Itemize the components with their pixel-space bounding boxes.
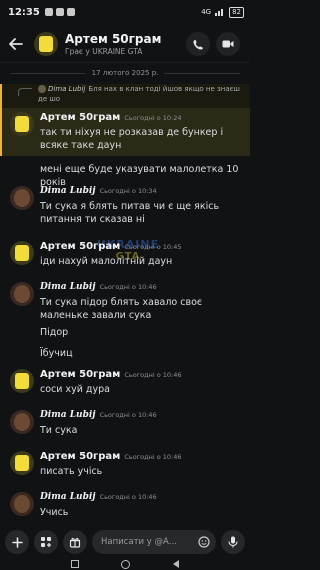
message-text[interactable]: Ти сука підор блять хавало своє маленьке…: [40, 296, 240, 322]
message-author[interactable]: Артем 50грам: [40, 451, 120, 462]
gift-icon: [69, 537, 81, 548]
reply-author: Dima Lubij: [48, 85, 86, 93]
message-meta: Dima Lubij Сьогодні о 10:46: [40, 282, 157, 292]
message-text[interactable]: Ти сука я блять питав чи є ще якісь пита…: [40, 200, 240, 226]
header-title: Артем 50грам: [65, 32, 162, 46]
message-author[interactable]: Артем 50грам: [40, 241, 120, 252]
message-author[interactable]: Dima Lubij: [40, 282, 96, 292]
signal-icon: [215, 9, 224, 16]
message-meta: Артем 50грам Сьогодні о 10:45: [40, 241, 182, 252]
emoji-icon[interactable]: [198, 536, 210, 548]
message-author[interactable]: Dima Lubij: [40, 410, 96, 420]
avatar[interactable]: [10, 186, 34, 210]
message-author[interactable]: Артем 50грам: [40, 112, 120, 123]
video-call-button[interactable]: [216, 32, 240, 56]
message-meta: Dima Lubij Сьогодні о 10:34: [40, 186, 157, 196]
message-timestamp: Сьогодні о 10:45: [124, 243, 182, 251]
message-author[interactable]: Артем 50грам: [40, 369, 120, 380]
message-text[interactable]: Ти сука: [40, 424, 240, 437]
avatar[interactable]: [10, 492, 34, 516]
back-nav-button[interactable]: [172, 560, 179, 568]
separator-line: [164, 72, 241, 74]
attach-button[interactable]: [5, 530, 29, 554]
app-notification-icon: [44, 8, 53, 16]
gift-button[interactable]: [63, 530, 87, 554]
header-title-wrap[interactable]: Артем 50грам Грає у UKRAINE GTA: [65, 32, 161, 56]
channel-header: Артем 50грам Грає у UKRAINE GTA: [0, 26, 250, 62]
avatar[interactable]: [10, 369, 34, 393]
message-timestamp: Сьогодні о 10:24: [124, 114, 182, 122]
network-label: 4G: [201, 8, 212, 16]
mention-indicator-bar: [0, 108, 2, 156]
message-timestamp: Сьогодні о 10:46: [124, 453, 182, 461]
app-notification-icon: [66, 8, 75, 16]
message-timestamp: Сьогодні о 10:46: [99, 283, 157, 291]
date-separator: 17 лютого 2025 р.: [10, 68, 241, 78]
avatar[interactable]: [10, 241, 34, 265]
reply-preview[interactable]: Dima Lubij Бля нах в клан тоді йшов якщо …: [0, 84, 250, 116]
message-input[interactable]: Написати у @А...: [92, 530, 216, 554]
message-timestamp: Сьогодні о 10:46: [99, 493, 157, 501]
app-notification-icon: [55, 8, 64, 16]
avatar[interactable]: [10, 112, 34, 136]
message-input-placeholder: Написати у @А...: [101, 537, 177, 547]
message-timestamp: Сьогодні о 10:46: [124, 371, 182, 379]
message-meta: Dima Lubij Сьогодні о 10:46: [40, 492, 157, 502]
plus-icon: [11, 536, 23, 548]
message-meta: Артем 50грам Сьогодні о 10:24: [40, 112, 182, 123]
message-meta: Артем 50грам Сьогодні о 10:46: [40, 369, 182, 380]
message-composer: Написати у @А...: [0, 528, 250, 556]
microphone-icon: [228, 536, 238, 548]
avatar[interactable]: [10, 282, 34, 306]
avatar[interactable]: [10, 410, 34, 434]
message-text[interactable]: соси хуй дура: [40, 383, 240, 396]
apps-button[interactable]: [34, 530, 58, 554]
battery-icon: 82: [229, 6, 244, 18]
voice-message-button[interactable]: [221, 530, 245, 554]
status-bar: 12:35 4G 82: [0, 0, 250, 24]
message-text[interactable]: писать учісь: [40, 465, 240, 478]
header-avatar[interactable]: [34, 32, 58, 56]
system-navigation-bar: [0, 558, 250, 570]
message-text[interactable]: Їбучиц: [40, 347, 240, 360]
voice-call-button[interactable]: [186, 32, 210, 56]
date-separator-label: 17 лютого 2025 р.: [91, 69, 159, 77]
message-timestamp: Сьогодні о 10:34: [99, 187, 157, 195]
message-text[interactable]: Підор: [40, 326, 240, 339]
recents-button[interactable]: [71, 560, 80, 568]
reply-avatar: [38, 85, 46, 93]
video-icon: [222, 40, 234, 48]
message-timestamp: Сьогодні о 10:46: [99, 411, 157, 419]
message-meta: Dima Lubij Сьогодні о 10:46: [40, 410, 157, 420]
status-right: 4G 82: [201, 6, 244, 18]
back-button[interactable]: [6, 34, 26, 54]
status-time: 12:35: [8, 6, 40, 18]
header-subtitle: Грає у UKRAINE GTA: [65, 47, 143, 56]
avatar[interactable]: [10, 451, 34, 475]
message-author[interactable]: Dima Lubij: [40, 492, 96, 502]
message-text[interactable]: іди нахуй малолітній даун: [40, 255, 240, 268]
notification-icons: [44, 8, 75, 16]
message-text[interactable]: так ти ніхуя не розказав де бункер і вся…: [40, 126, 240, 152]
message-author[interactable]: Dima Lubij: [40, 186, 96, 196]
phone-icon: [193, 39, 203, 49]
separator-line: [10, 72, 86, 74]
header-divider: [0, 62, 250, 63]
apps-icon: [41, 537, 51, 547]
message-text[interactable]: Учись: [40, 506, 240, 519]
arrow-left-icon: [9, 38, 23, 50]
message-meta: Артем 50грам Сьогодні о 10:46: [40, 451, 182, 462]
home-button[interactable]: [121, 559, 131, 569]
reply-connector: [18, 88, 32, 96]
